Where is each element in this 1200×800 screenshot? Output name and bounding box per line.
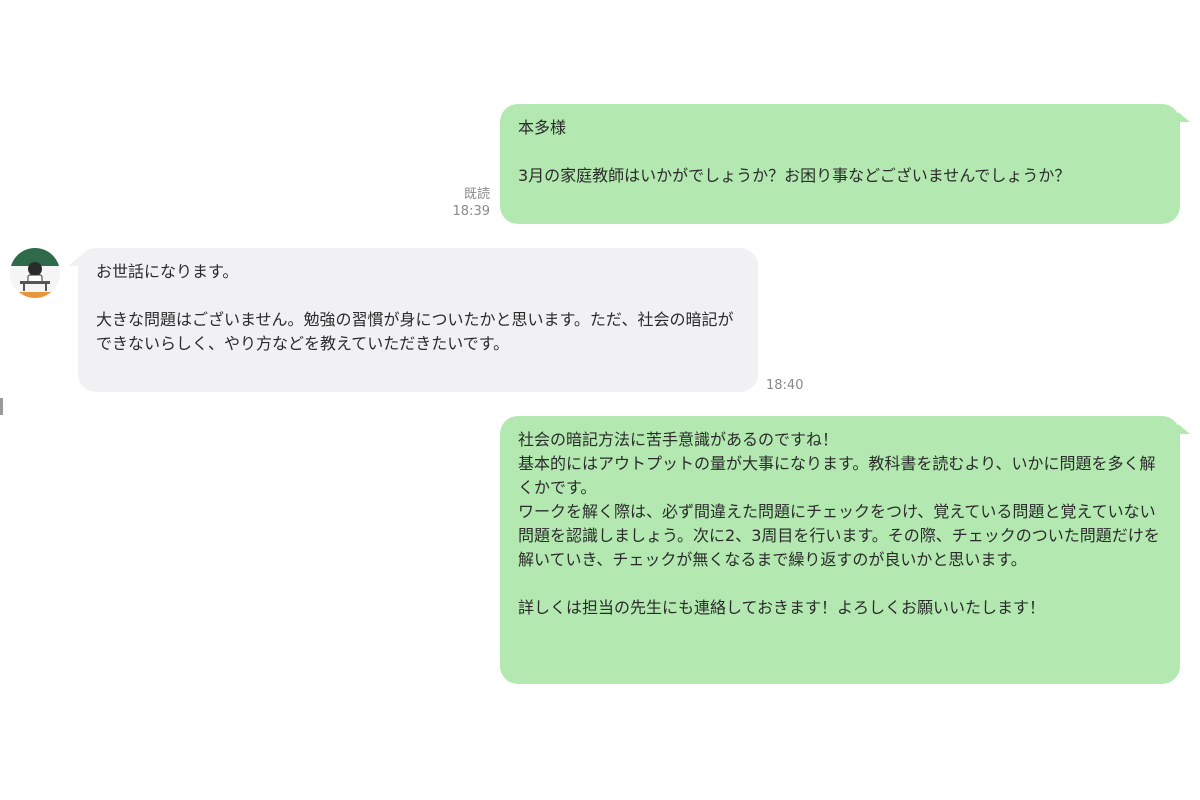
bubble-tail (1178, 112, 1190, 122)
scroll-edge-marker (0, 398, 3, 415)
read-receipt: 既読 (463, 187, 490, 202)
chat-thread: 既読 18:39 本多様 3月の家庭教師はいかがでしょうか？お困り事などございま… (0, 0, 1200, 800)
message-bubble-outgoing[interactable]: 社会の暗記方法に苦手意識があるのですね！ 基本的にはアウトプットの量が大事になり… (500, 416, 1180, 684)
message-time: 18:40 (766, 378, 804, 393)
message-bubble-incoming[interactable]: お世話になります。 大きな問題はございません。勉強の習慣が身についたかと思います… (78, 248, 758, 392)
message-bubble-outgoing[interactable]: 本多様 3月の家庭教師はいかがでしょうか？お困り事などございませんでしょうか？ (500, 104, 1180, 224)
bubble-tail (1178, 424, 1190, 434)
message-time: 18:39 (452, 204, 490, 219)
message-meta: 既読 18:39 (440, 186, 490, 220)
avatar[interactable] (10, 248, 60, 298)
student-at-desk-avatar-icon (10, 248, 60, 298)
